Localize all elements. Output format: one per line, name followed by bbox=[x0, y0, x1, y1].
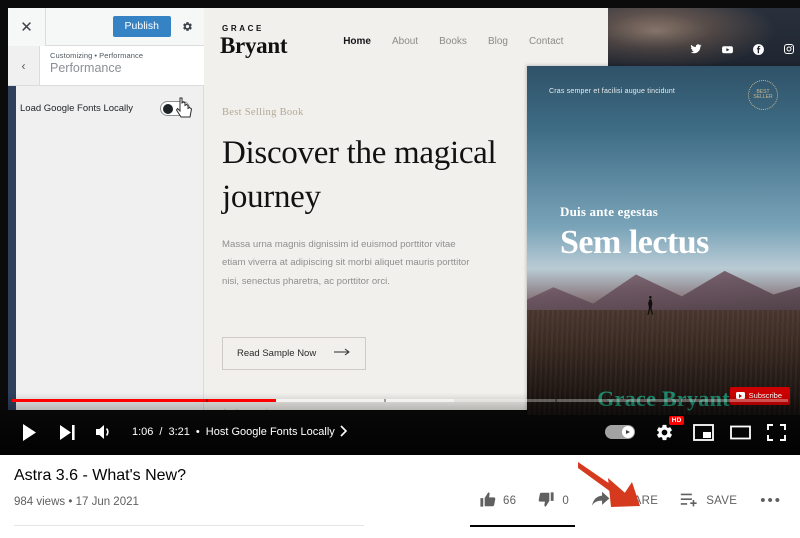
player-right-controls: HD bbox=[605, 416, 786, 445]
instagram-icon[interactable] bbox=[782, 42, 796, 56]
volume-icon[interactable] bbox=[90, 417, 120, 447]
time-chapter-bullet: • bbox=[195, 426, 200, 438]
twitter-icon[interactable] bbox=[689, 42, 703, 56]
video-player-stage[interactable]: ✕ Publish ‹ Customizing • Performance Perf… bbox=[0, 0, 800, 455]
next-track-icon[interactable] bbox=[52, 417, 82, 447]
publish-date: 17 Jun 2021 bbox=[75, 496, 139, 508]
hero-title: Discover the magical journey bbox=[222, 135, 497, 215]
section-header-text: Customizing • Performance Performance bbox=[40, 46, 143, 85]
arrow-right-icon bbox=[334, 348, 351, 359]
progress-played bbox=[12, 399, 276, 402]
dislike-button[interactable]: 0 bbox=[527, 491, 580, 511]
chapter-marker-2 bbox=[384, 399, 387, 402]
current-time: 1:06 bbox=[132, 426, 154, 438]
theater-mode-icon[interactable] bbox=[730, 424, 751, 441]
chapter-marker-1 bbox=[206, 399, 208, 402]
picture-in-picture-video[interactable]: Cras semper et facilisi augue tincidunt … bbox=[527, 66, 800, 415]
meta-divider bbox=[14, 525, 364, 526]
publish-button[interactable]: Publish bbox=[112, 15, 171, 38]
video-title: Astra 3.6 - What's New? bbox=[14, 467, 186, 484]
youtube-icon[interactable] bbox=[720, 42, 734, 56]
nav-item-blog[interactable]: Blog bbox=[488, 36, 508, 47]
close-icon[interactable]: ✕ bbox=[8, 7, 46, 46]
site-nav: Home About Books Blog Contact bbox=[343, 36, 563, 47]
chevron-left-icon[interactable]: ‹ bbox=[8, 46, 40, 85]
time-and-chapter: 1:06 / 3:21 • Host Google Fonts Locally bbox=[132, 424, 348, 440]
video-metadata-section: Astra 3.6 - What's New? 984 views • 17 J… bbox=[0, 455, 800, 538]
chapter-marker-4 bbox=[679, 399, 682, 402]
thumbs-down-icon bbox=[538, 491, 555, 511]
chapter-link[interactable]: Host Google Fonts Locally bbox=[205, 424, 348, 440]
chevron-right-icon bbox=[339, 424, 348, 440]
social-links-row bbox=[689, 42, 796, 56]
nav-item-books[interactable]: Books bbox=[439, 36, 467, 47]
wp-customizer-panel: ✕ Publish ‹ Customizing • Performance Perf… bbox=[8, 7, 204, 410]
chapter-title: Host Google Fonts Locally bbox=[205, 426, 335, 438]
gear-icon[interactable] bbox=[176, 16, 198, 38]
like-count: 66 bbox=[502, 495, 517, 507]
brand-bottom-line: Bryant bbox=[220, 33, 288, 58]
save-label: SAVE bbox=[706, 495, 738, 507]
player-button-row: 1:06 / 3:21 • Host Google Fonts Locally bbox=[0, 415, 800, 449]
page-title: Performance bbox=[50, 61, 122, 75]
youtube-player-controls: 1:06 / 3:21 • Host Google Fonts Locally bbox=[0, 393, 800, 455]
autoplay-knob bbox=[622, 426, 634, 438]
settings-gear-icon[interactable]: HD bbox=[651, 416, 684, 445]
view-count: 984 views bbox=[14, 496, 66, 508]
publish-area: Publish bbox=[112, 15, 204, 38]
read-sample-now-button[interactable]: Read Sample Now bbox=[222, 337, 367, 370]
nav-item-home[interactable]: Home bbox=[343, 36, 371, 47]
breadcrumb-root[interactable]: Customizing bbox=[50, 51, 92, 60]
toggle-knob bbox=[163, 103, 173, 114]
video-stats: 984 views • 17 Jun 2021 bbox=[14, 496, 139, 508]
more-options-icon[interactable]: ••• bbox=[748, 494, 788, 508]
customizer-section-header: ‹ Customizing • Performance Performance bbox=[8, 46, 204, 86]
share-label: SHARE bbox=[617, 495, 659, 507]
brand-top-line: GRACE bbox=[222, 24, 264, 33]
facebook-icon[interactable] bbox=[751, 42, 765, 56]
award-seal-icon: BEST SELLER bbox=[748, 80, 778, 110]
breadcrumb-current: Performance bbox=[99, 51, 144, 60]
total-time: 3:21 bbox=[168, 426, 190, 438]
thumbs-up-icon bbox=[479, 491, 496, 511]
share-icon bbox=[591, 491, 610, 511]
nav-item-about[interactable]: About bbox=[392, 36, 418, 47]
progress-bar[interactable] bbox=[12, 399, 788, 402]
autoplay-toggle-icon[interactable] bbox=[605, 425, 635, 439]
screenshot-root: ✕ Publish ‹ Customizing • Performance Perf… bbox=[0, 0, 800, 538]
nav-item-contact[interactable]: Contact bbox=[529, 36, 563, 47]
hero-body-text: Massa urna magnis dignissim id euismod p… bbox=[222, 239, 470, 287]
chapter-marker-3 bbox=[555, 399, 558, 402]
read-sample-now-label: Read Sample Now bbox=[237, 348, 317, 359]
site-logo[interactable]: GRACE Bryant bbox=[220, 24, 288, 58]
customizer-topbar: ✕ Publish bbox=[8, 7, 204, 46]
setting-row-load-google-fonts-locally: Load Google Fonts Locally bbox=[8, 86, 204, 130]
save-button[interactable]: SAVE bbox=[669, 492, 748, 511]
miniplayer-icon[interactable] bbox=[693, 423, 714, 441]
quality-hd-badge: HD bbox=[669, 416, 684, 425]
setting-label: Load Google Fonts Locally bbox=[20, 102, 134, 114]
time-separator: / bbox=[159, 426, 163, 438]
load-google-fonts-locally-toggle[interactable] bbox=[160, 100, 190, 116]
pip-kicker: Duis ante egestas bbox=[560, 204, 659, 219]
pip-tagline: Cras semper et facilisi augue tincidunt bbox=[549, 88, 676, 95]
video-action-bar: 66 0 SHARE SAVE ••• bbox=[468, 491, 788, 511]
breadcrumb: Customizing • Performance bbox=[50, 51, 143, 60]
pip-headline: Sem lectus bbox=[560, 224, 709, 261]
save-to-playlist-icon bbox=[680, 492, 699, 511]
like-button[interactable]: 66 bbox=[468, 491, 527, 511]
hero-eyebrow: Best Selling Book bbox=[222, 107, 304, 118]
site-hero-photo bbox=[608, 8, 800, 66]
stats-separator: • bbox=[68, 496, 73, 508]
share-button[interactable]: SHARE bbox=[580, 491, 669, 511]
meta-underline bbox=[470, 525, 575, 527]
fullscreen-icon[interactable] bbox=[767, 423, 786, 441]
pip-walking-figure bbox=[647, 296, 654, 316]
play-icon[interactable] bbox=[14, 417, 44, 447]
dislike-count: 0 bbox=[562, 495, 570, 507]
